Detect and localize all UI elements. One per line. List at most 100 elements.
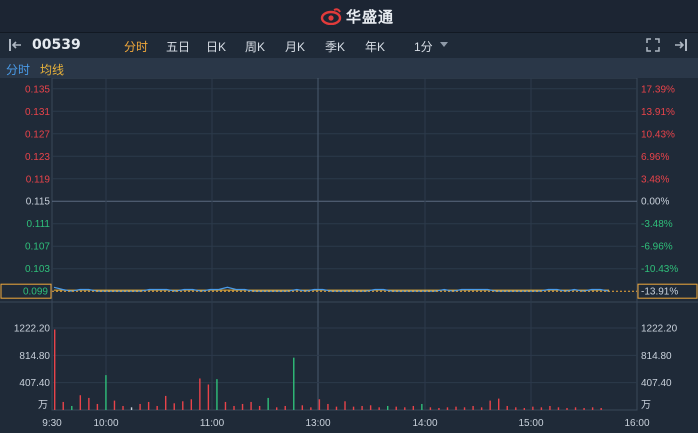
volume-bar — [549, 405, 551, 410]
volume-bar — [523, 407, 526, 410]
volume-bar — [335, 406, 338, 410]
change-tick-label: 10.43% — [641, 129, 675, 140]
price-tick-label: 0.115 — [26, 197, 51, 208]
volume-bar — [327, 403, 329, 410]
volume-bar — [258, 405, 261, 410]
tab-monthly-k[interactable]: 月K — [285, 38, 305, 55]
price-line — [53, 286, 610, 292]
volume-bar — [250, 401, 252, 410]
volume-bar — [233, 405, 235, 410]
volume-bar — [540, 407, 543, 410]
volume-bar — [165, 395, 167, 410]
volume-bar — [267, 397, 269, 410]
volume-bar — [216, 379, 218, 410]
price-tick-label: 0.111 — [26, 219, 50, 230]
stock-code: 00539 — [32, 37, 81, 53]
tab-intraday[interactable]: 分时 — [124, 38, 148, 55]
volume-bar — [557, 407, 560, 410]
volume-bar — [122, 405, 124, 410]
collapse-sidebar-icon[interactable] — [8, 38, 24, 52]
volume-bar — [352, 406, 355, 410]
volume-bar — [532, 406, 534, 410]
volume-bars — [54, 329, 602, 410]
time-tick-label: 16:00 — [624, 418, 649, 429]
volume-bar — [173, 403, 175, 410]
tab-quarterly-k[interactable]: 季K — [325, 38, 345, 55]
legend-bar: 分时 均线 — [0, 58, 698, 78]
time-tick-label: 15:00 — [518, 418, 543, 429]
volume-bar — [438, 407, 440, 410]
volume-unit-label: 万 — [38, 400, 48, 411]
price-tick-label: 0.123 — [25, 152, 50, 163]
close-panel-icon[interactable] — [672, 38, 688, 52]
tab-yearly-k[interactable]: 年K — [365, 38, 385, 55]
volume-bar — [310, 407, 312, 410]
volume-bar — [566, 407, 568, 410]
legend-average[interactable]: 均线 — [40, 61, 64, 78]
chevron-down-icon[interactable] — [440, 42, 448, 47]
volume-bar — [224, 401, 227, 410]
volume-tick-label: 1222.20 — [14, 324, 51, 335]
brand-logo: 华盛通 — [320, 6, 394, 26]
volume-bar — [130, 407, 133, 410]
top-bar: 华盛通 — [0, 0, 698, 33]
volume-bar — [293, 357, 295, 410]
current-price-label: 0.099 — [23, 287, 48, 298]
price-tick-label: 0.127 — [25, 129, 50, 140]
intraday-chart: 0.135 0.131 0.127 0.123 0.119 0.115 0.111 0.107… — [0, 78, 698, 429]
volume-bar — [62, 401, 64, 410]
volume-bar — [489, 400, 491, 410]
volume-bar — [472, 405, 474, 410]
volume-bar — [182, 401, 184, 410]
volume-bar — [276, 407, 278, 410]
volume-bar — [583, 407, 585, 410]
tab-five-day[interactable]: 五日 — [166, 38, 190, 55]
time-tick-label: 14:00 — [412, 418, 437, 429]
volume-bar — [446, 407, 449, 410]
volume-bar — [190, 399, 193, 410]
current-change-label: -13.91% — [641, 287, 678, 298]
price-tick-label: 0.135 — [25, 84, 50, 95]
volume-tick-label-right: 1222.20 — [641, 324, 678, 335]
price-tick-label: 0.119 — [26, 174, 51, 185]
volume-axis: 1222.20 1222.20 814.80 814.80 407.40 407.40 万 万 — [14, 324, 678, 412]
volume-bar — [463, 407, 466, 410]
volume-bar — [139, 403, 141, 410]
chart-grid — [0, 78, 698, 411]
price-lines — [52, 286, 637, 292]
volume-bar — [301, 405, 304, 410]
volume-bar — [79, 395, 82, 410]
volume-bar — [421, 403, 423, 410]
volume-bar — [480, 407, 483, 410]
volume-bar — [455, 406, 457, 410]
volume-bar — [318, 399, 321, 410]
tab-daily-k[interactable]: 日K — [206, 38, 226, 55]
change-axis-right: 17.39% 13.91% 10.43% 6.96% 3.48% 0.00% -3.48% -… — [641, 84, 678, 275]
volume-bar — [395, 406, 397, 410]
volume-bar — [284, 405, 286, 410]
volume-bar — [361, 405, 363, 410]
price-tick-label: 0.103 — [25, 264, 50, 275]
interval-selector[interactable]: 1分 — [414, 38, 433, 55]
volume-bar — [591, 407, 594, 410]
time-tick-label: 11:00 — [200, 418, 225, 429]
time-axis: 9:30 10:00 11:00 13:00 14:00 15:00 16:00 — [42, 418, 650, 429]
time-tick-label: 10:00 — [93, 418, 118, 429]
legend-intraday[interactable]: 分时 — [6, 61, 30, 78]
tab-weekly-k[interactable]: 周K — [245, 38, 265, 55]
volume-bar — [344, 401, 346, 410]
change-tick-label: 3.48% — [641, 174, 669, 185]
volume-tick-label: 407.40 — [19, 378, 50, 389]
volume-bar — [113, 400, 116, 410]
volume-bar — [378, 407, 380, 410]
volume-bar — [515, 407, 517, 410]
volume-bar — [498, 398, 500, 410]
price-tick-label: 0.107 — [25, 242, 50, 253]
change-tick-label: 17.39% — [641, 84, 675, 95]
volume-bar — [574, 407, 577, 410]
volume-bar — [88, 397, 90, 410]
change-tick-label: 0.00% — [641, 197, 669, 208]
volume-bar — [429, 407, 432, 410]
expand-icon[interactable] — [646, 38, 660, 52]
volume-bar — [199, 378, 201, 410]
